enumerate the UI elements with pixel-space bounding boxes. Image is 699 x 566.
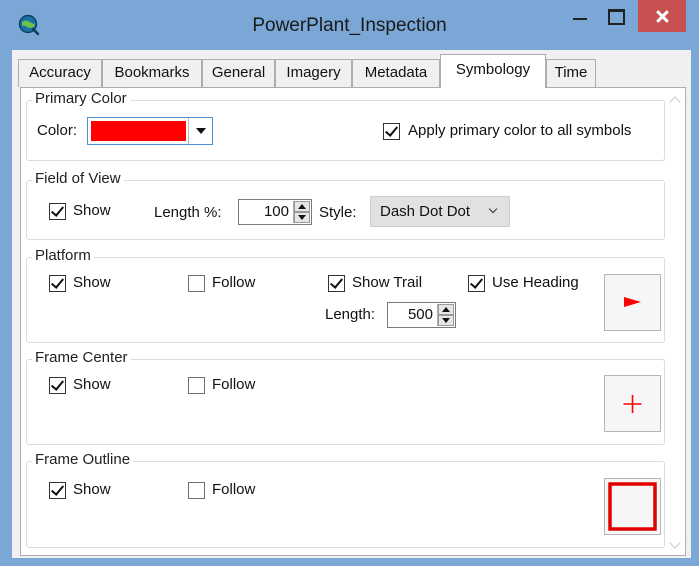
frame-center-symbol-preview[interactable] <box>604 375 661 432</box>
spin-down-icon[interactable] <box>294 212 310 223</box>
primary-color-legend: Primary Color <box>32 90 130 107</box>
spin-up-icon[interactable] <box>438 304 454 315</box>
tab-bookmarks[interactable]: Bookmarks <box>102 59 202 87</box>
color-picker[interactable] <box>87 117 213 145</box>
frame-outline-follow-label: Follow <box>212 481 256 498</box>
fov-show-label: Show <box>73 202 111 219</box>
fov-length-value: 100 <box>263 203 289 220</box>
tab-imagery[interactable]: Imagery <box>275 59 352 87</box>
close-icon[interactable] <box>638 0 686 32</box>
frame-center-show-checkbox[interactable] <box>49 377 66 394</box>
frame-center-follow-checkbox[interactable] <box>188 377 205 394</box>
frame-outline-symbol-preview[interactable] <box>604 478 661 535</box>
chevron-down-icon <box>488 204 498 214</box>
platform-use-heading-checkbox[interactable] <box>468 275 485 292</box>
platform-follow-label: Follow <box>212 274 256 291</box>
platform-group: Platform Show Follow Show Trail Use Head… <box>26 247 665 343</box>
frame-center-group: Frame Center Show Follow <box>26 349 665 445</box>
platform-length-value: 500 <box>407 306 433 323</box>
minimize-icon[interactable] <box>567 0 593 34</box>
platform-show-trail-label: Show Trail <box>352 274 423 291</box>
scroll-down-icon[interactable] <box>670 539 680 549</box>
app-window: PowerPlant_Inspection Accuracy Bookmarks… <box>0 0 699 566</box>
platform-symbol-preview[interactable] <box>604 274 661 331</box>
platform-use-heading-label: Use Heading <box>492 274 579 291</box>
frame-outline-show-label: Show <box>73 481 111 498</box>
platform-legend: Platform <box>32 247 94 264</box>
platform-show-checkbox[interactable] <box>49 275 66 292</box>
tab-accuracy[interactable]: Accuracy <box>18 59 102 87</box>
frame-outline-follow-checkbox[interactable] <box>188 482 205 499</box>
platform-show-label: Show <box>73 274 111 291</box>
scroll-up-icon[interactable] <box>670 94 680 104</box>
window-title: PowerPlant_Inspection <box>252 15 447 36</box>
dialog-client-area: Accuracy Bookmarks General Imagery Metad… <box>12 50 691 558</box>
platform-show-trail-checkbox[interactable] <box>328 275 345 292</box>
frame-center-follow-label: Follow <box>212 376 256 393</box>
frame-outline-show-checkbox[interactable] <box>49 482 66 499</box>
fov-show-checkbox[interactable] <box>49 203 66 220</box>
apply-primary-color-checkbox[interactable] <box>383 123 400 140</box>
tab-time[interactable]: Time <box>546 59 596 87</box>
red-flag-icon <box>624 297 641 307</box>
primary-color-group: Primary Color Color: Apply primary color… <box>26 90 665 161</box>
vertical-scrollbar[interactable] <box>666 89 684 554</box>
field-of-view-legend: Field of View <box>32 170 124 187</box>
platform-length-label: Length: <box>325 306 376 323</box>
red-square-outline-icon <box>608 482 657 531</box>
chevron-down-icon[interactable] <box>188 118 212 144</box>
color-label: Color: <box>37 122 78 139</box>
red-crosshair-icon <box>623 395 642 413</box>
title-bar[interactable]: PowerPlant_Inspection <box>0 0 699 50</box>
platform-length-stepper[interactable]: 500 <box>387 302 456 328</box>
tab-symbology[interactable]: Symbology <box>440 54 546 88</box>
tab-general[interactable]: General <box>202 59 275 87</box>
symbology-panel: Primary Color Color: Apply primary color… <box>20 87 686 556</box>
fov-style-value: Dash Dot Dot <box>380 203 471 220</box>
spin-down-icon[interactable] <box>438 315 454 326</box>
spin-up-icon[interactable] <box>294 201 310 212</box>
apply-primary-color-label: Apply primary color to all symbols <box>408 122 632 139</box>
color-swatch <box>91 121 186 141</box>
fov-style-dropdown[interactable]: Dash Dot Dot <box>370 196 510 227</box>
frame-center-show-label: Show <box>73 376 111 393</box>
platform-follow-checkbox[interactable] <box>188 275 205 292</box>
fov-length-stepper[interactable]: 100 <box>238 199 312 225</box>
fov-style-label: Style: <box>319 204 357 221</box>
frame-center-legend: Frame Center <box>32 349 131 366</box>
tab-metadata[interactable]: Metadata <box>352 59 440 87</box>
frame-outline-legend: Frame Outline <box>32 451 134 468</box>
maximize-icon[interactable] <box>600 0 630 34</box>
field-of-view-group: Field of View Show Length %: 100 Style: … <box>26 170 665 240</box>
fov-length-label: Length %: <box>154 204 222 221</box>
frame-outline-group: Frame Outline Show Follow <box>26 451 665 548</box>
